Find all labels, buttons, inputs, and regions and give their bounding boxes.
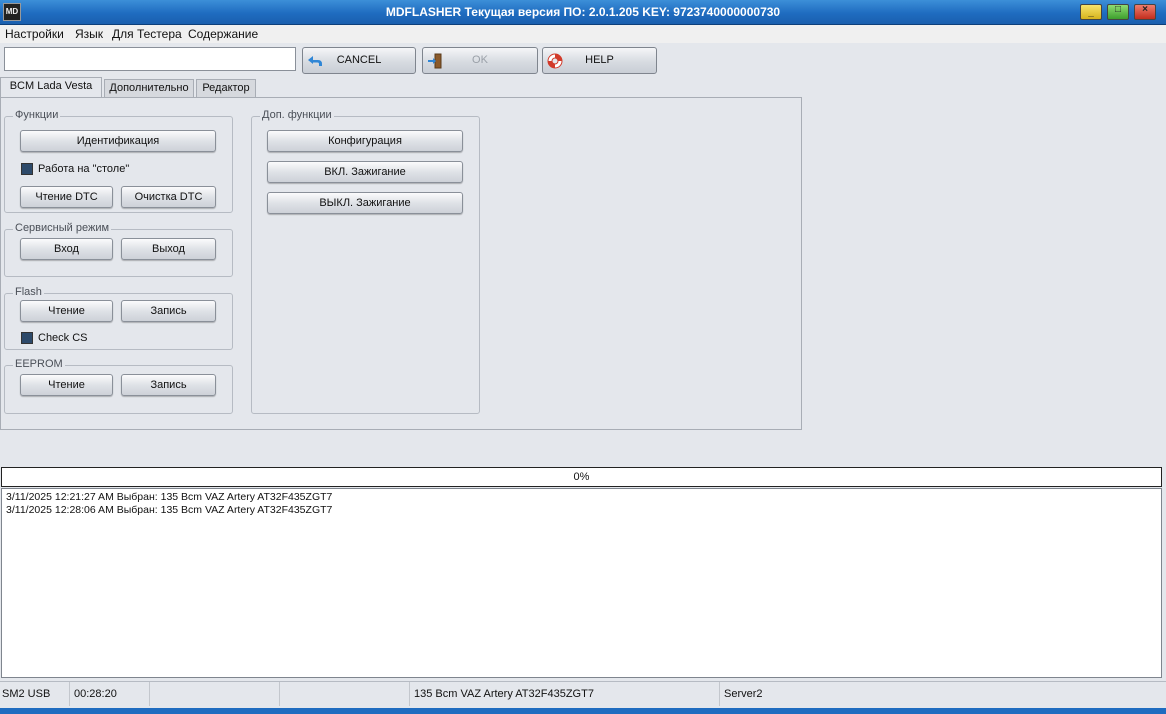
menu-contents[interactable]: Содержание — [188, 27, 258, 41]
identify-button[interactable]: Идентификация — [20, 130, 216, 152]
status-server: Server2 — [724, 688, 763, 700]
extra-functions-group-title: Доп. функции — [260, 109, 334, 121]
status-time: 00:28:20 — [70, 682, 150, 706]
eeprom-read-button[interactable]: Чтение — [20, 374, 113, 396]
maximize-button[interactable]: □ — [1107, 4, 1129, 20]
flash-group: Flash Чтение Запись Check CS — [4, 286, 233, 350]
status-interface: SM2 USB — [0, 682, 70, 706]
configuration-button[interactable]: Конфигурация — [267, 130, 463, 152]
service-exit-button[interactable]: Выход — [121, 238, 216, 260]
help-button[interactable]: HELP — [542, 47, 657, 74]
flash-group-title: Flash — [13, 286, 44, 298]
title-bar: MD MDFLASHER Текущая версия ПО: 2.0.1.20… — [0, 0, 1166, 25]
lifebuoy-icon — [547, 53, 563, 69]
log-line: 3/11/2025 12:28:06 AM Выбран: 135 Bcm VA… — [6, 504, 333, 516]
tab-editor[interactable]: Редактор — [196, 79, 256, 97]
service-mode-group-title: Сервисный режим — [13, 222, 112, 234]
status-empty-1 — [150, 682, 280, 706]
window-title: MDFLASHER Текущая версия ПО: 2.0.1.205 K… — [385, 5, 781, 19]
eeprom-write-button[interactable]: Запись — [121, 374, 216, 396]
tab-panel: Функции Идентификация Работа на "столе" … — [0, 97, 802, 430]
desk-mode-label: Работа на "столе" — [38, 163, 130, 175]
door-enter-icon — [428, 53, 442, 69]
check-cs-checkbox[interactable] — [21, 332, 33, 344]
extra-functions-group: Доп. функции Конфигурация ВКЛ. Зажигание… — [251, 109, 480, 414]
status-device: 135 Bcm VAZ Artery AT32F435ZGT7 — [410, 682, 720, 706]
clear-dtc-button[interactable]: Очистка DTC — [121, 186, 216, 208]
undo-arrow-icon — [308, 56, 322, 66]
menu-for-tester[interactable]: Для Тестера — [112, 27, 182, 41]
maximize-icon: □ — [1114, 4, 1122, 15]
progress-bar: 0% — [1, 467, 1162, 487]
eeprom-group: EEPROM Чтение Запись — [4, 358, 233, 414]
ignition-off-button[interactable]: ВЫКЛ. Зажигание — [267, 192, 463, 214]
desk-mode-checkbox[interactable] — [21, 163, 33, 175]
flash-read-button[interactable]: Чтение — [20, 300, 113, 322]
ok-label: OK — [472, 54, 488, 66]
eeprom-group-title: EEPROM — [13, 358, 65, 370]
progress-text: 0% — [573, 471, 590, 483]
minimize-button[interactable]: _ — [1080, 4, 1102, 20]
status-empty-2 — [280, 682, 410, 706]
log-line: 3/11/2025 12:21:27 AM Выбран: 135 Bcm VA… — [6, 491, 333, 503]
window-bottom-border — [0, 708, 1166, 714]
check-cs-label: Check CS — [38, 332, 88, 344]
flash-write-button[interactable]: Запись — [121, 300, 216, 322]
cancel-button[interactable]: CANCEL — [302, 47, 416, 74]
service-mode-group: Сервисный режим Вход Выход — [4, 222, 233, 277]
minimize-icon: _ — [1088, 7, 1094, 18]
status-bar: SM2 USB 00:28:20 135 Bcm VAZ Artery AT32… — [0, 681, 1166, 706]
read-dtc-button[interactable]: Чтение DTC — [20, 186, 113, 208]
functions-group-title: Функции — [13, 109, 61, 121]
ok-button[interactable]: OK — [422, 47, 538, 74]
close-button[interactable]: × — [1134, 4, 1156, 20]
cancel-label: CANCEL — [336, 54, 382, 66]
menu-settings[interactable]: Настройки — [5, 27, 64, 41]
help-label: HELP — [585, 54, 614, 66]
close-icon: × — [1142, 4, 1148, 15]
command-input[interactable] — [4, 47, 296, 71]
ignition-on-button[interactable]: ВКЛ. Зажигание — [267, 161, 463, 183]
functions-group: Функции Идентификация Работа на "столе" … — [4, 109, 233, 213]
menu-bar: Настройки Язык Для Тестера Содержание — [0, 25, 1166, 43]
menu-language[interactable]: Язык — [75, 27, 103, 41]
tab-bcm-lada-vesta[interactable]: BCM Lada Vesta NG — [0, 77, 102, 109]
service-enter-button[interactable]: Вход — [20, 238, 113, 260]
log-area[interactable]: 3/11/2025 12:21:27 AM Выбран: 135 Bcm VA… — [1, 488, 1162, 678]
tab-additional[interactable]: Дополнительно — [104, 79, 194, 97]
